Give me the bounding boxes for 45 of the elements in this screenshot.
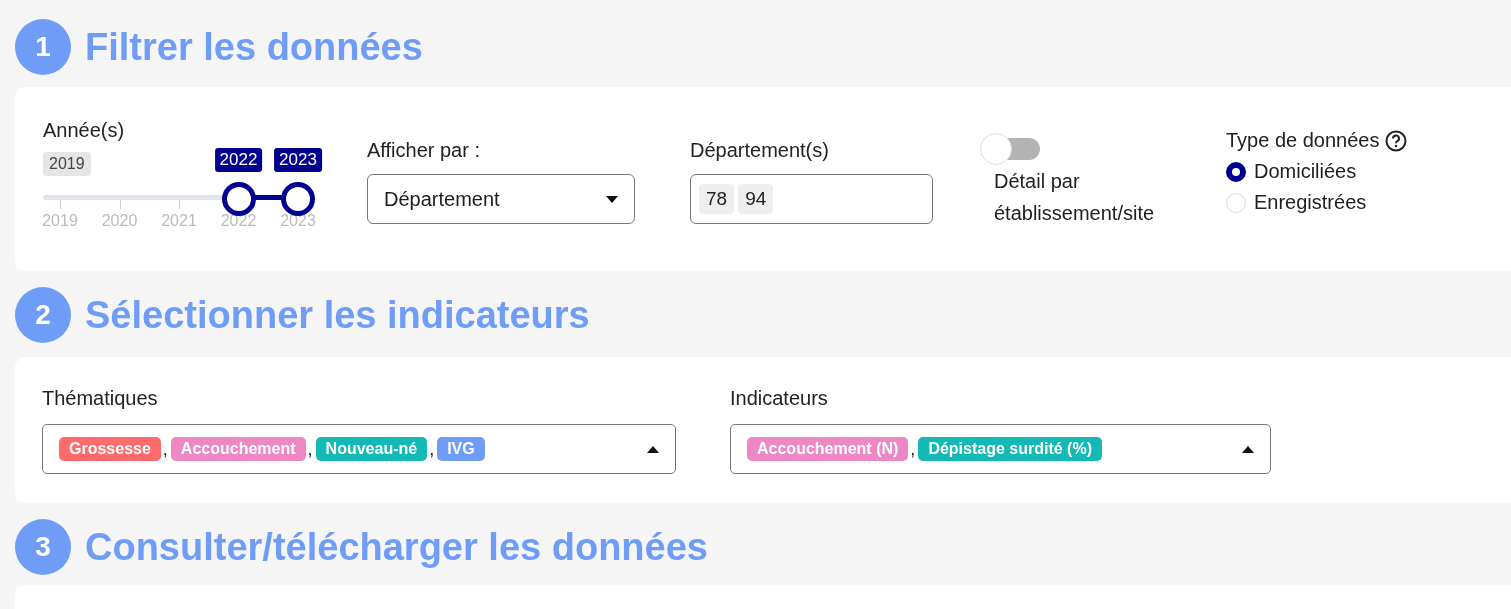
- step-number: 1: [15, 19, 71, 75]
- department-chip: 78: [699, 184, 735, 214]
- tick-label: 2019: [42, 212, 78, 230]
- tag: Dépistage surdité (%): [918, 437, 1102, 461]
- section-title: Filtrer les données: [85, 25, 423, 69]
- step-number: 3: [15, 519, 71, 575]
- department-chip: 94: [738, 184, 774, 214]
- section-title: Consulter/télécharger les données: [85, 525, 708, 569]
- value-tooltip: 2022: [214, 148, 263, 172]
- min-value-label: 2019: [43, 152, 91, 176]
- field-label: Département(s): [690, 139, 830, 162]
- toggle-switch[interactable]: [980, 133, 1042, 165]
- slider-thumb[interactable]: [281, 182, 315, 216]
- field-label: Type de données: [1226, 129, 1380, 152]
- display-by-dropdown[interactable]: Département: [367, 174, 635, 224]
- tick-label: 2021: [161, 212, 197, 230]
- tag: Grossesse: [59, 437, 161, 461]
- tick-label: 2023: [280, 212, 316, 230]
- help-icon[interactable]: [1385, 129, 1408, 152]
- multi-select-field[interactable]: Accouchement (N) , Dépistage surdité (%): [730, 424, 1271, 474]
- field-label: Thématiques: [42, 387, 159, 410]
- tag: IVG: [437, 437, 485, 461]
- field-label: Indicateurs: [730, 387, 829, 410]
- separator: ,: [307, 438, 313, 460]
- field-label: Année(s): [43, 119, 126, 142]
- step-number: 2: [15, 287, 71, 343]
- tag: Accouchement: [170, 437, 306, 461]
- toggle-label: Détail par établissement/site: [994, 169, 1156, 226]
- value-tooltip: 2023: [274, 148, 322, 172]
- caret-icon: [647, 445, 659, 453]
- separator: ,: [910, 438, 916, 460]
- section-title: Sélectionner les indicateurs: [85, 293, 590, 337]
- caret-icon: [606, 195, 618, 203]
- separator: ,: [429, 438, 435, 460]
- radio-option[interactable]: Domiciliées: [1226, 160, 1357, 183]
- caret-icon: [1242, 445, 1254, 453]
- slider-thumb[interactable]: [221, 182, 256, 216]
- department-field[interactable]: 78 94: [690, 174, 933, 224]
- separator: ,: [162, 438, 168, 460]
- tick-label: 2020: [101, 212, 138, 230]
- multi-select-field[interactable]: Grossesse , Accouchement , Nouveau-né , IVG: [42, 424, 676, 474]
- tag: Accouchement (N): [747, 437, 909, 461]
- radio-option[interactable]: Enregistrées: [1226, 191, 1367, 214]
- field-label: Afficher par :: [367, 139, 482, 162]
- tag: Nouveau-né: [315, 437, 428, 461]
